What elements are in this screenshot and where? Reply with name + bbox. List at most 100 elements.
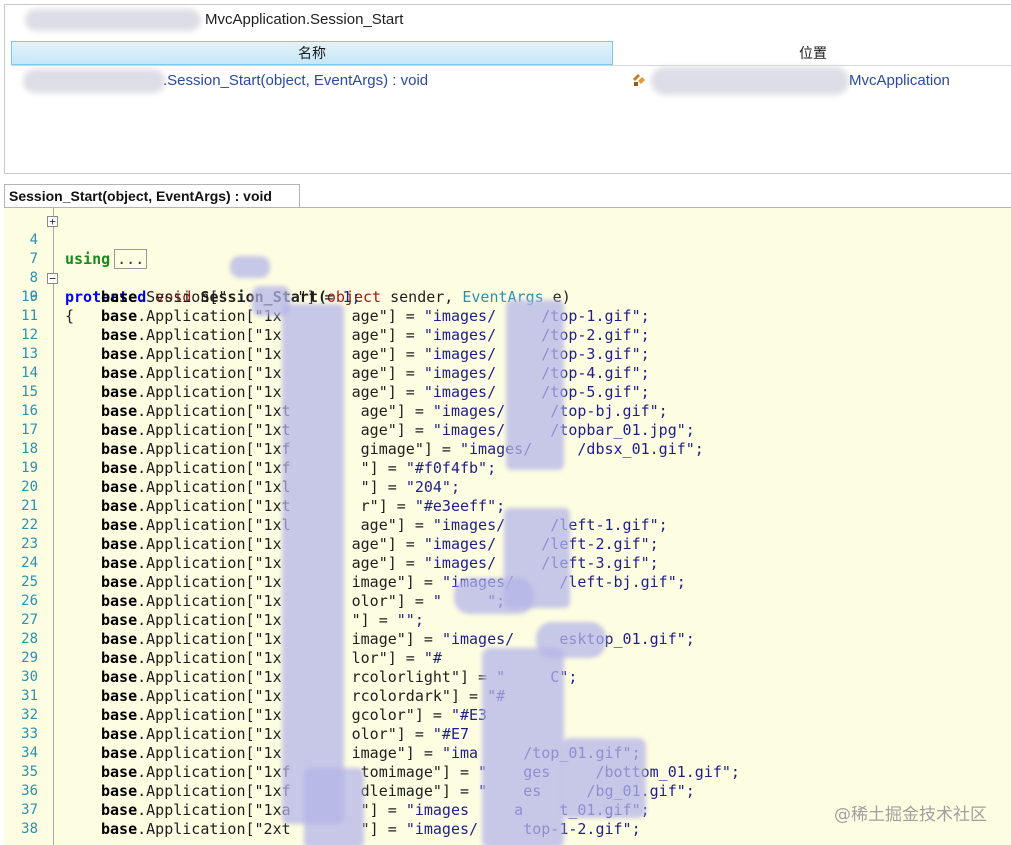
line-number: 18 [21,441,38,457]
base-keyword: base [101,364,138,382]
line-number: 37 [21,802,38,818]
application-call: .Application["1x [137,345,282,363]
base-keyword: base [101,668,138,686]
code-line: 7 [4,231,1011,267]
base-keyword: base [101,497,138,515]
application-call: .Application["1x [137,383,282,401]
redaction-blur [230,256,270,278]
application-call: .Application["1xf [137,459,291,477]
line-number: 21 [21,498,38,514]
class-member-icon [633,74,645,86]
line-number: 12 [21,327,38,343]
base-keyword: base [101,611,138,629]
base-keyword: base [101,649,138,667]
code-editor[interactable]: 4 using... + 7 8 protected void Session_… [4,207,1011,845]
line-number: 23 [21,536,38,552]
application-call: .Application["1xl [137,478,291,496]
assignment-tail: age"] = "images/ /top-2.gif"; [351,326,650,344]
line-number: 25 [21,574,38,590]
assignment-tail: image"] = "images/ esktop_01.gif"; [351,630,695,648]
line-number: 17 [21,422,38,438]
assignment-tail: "] = "204"; [360,478,460,496]
line-number: 34 [21,745,38,761]
base-keyword: base [101,725,138,743]
redaction-blur [482,648,564,845]
line-number: 31 [21,688,38,704]
redaction-blur [562,738,646,818]
line-number: 24 [21,555,38,571]
application-call: .Application["1xl [137,516,291,534]
assignment-tail: r"] = "#e3eeff"; [360,497,506,515]
search-results-panel: MvcApplication.Session_Start 名称 位置 .Sess… [4,4,1011,174]
redacted-name-prefix [23,69,165,93]
base-keyword: base [101,402,138,420]
line-number: 16 [21,403,38,419]
base-keyword: base [101,554,138,572]
base-keyword: base [101,801,138,819]
base-keyword: base [101,440,138,458]
application-call: .Application["1x [137,364,282,382]
application-call: .Application["1xf [137,763,291,781]
base-keyword: base [101,573,138,591]
application-call: .Application["1x [137,668,282,686]
line-number: 20 [21,479,38,495]
watermark: @稀土掘金技术社区 [834,805,987,825]
base-keyword: base [101,687,138,705]
application-call: .Application["1x [137,573,282,591]
line-number: 13 [21,346,38,362]
application-call: .Application["1xt [137,421,291,439]
line-number: 33 [21,726,38,742]
line-number: 30 [21,669,38,685]
result-name: .Session_Start(object, EventArgs) : void [163,72,429,89]
application-call: .Application["1x [137,611,282,629]
application-call: .Application["1x [137,554,282,572]
line-number: 36 [21,783,38,799]
application-call: .Application["1x [137,592,282,610]
line-number: 28 [21,631,38,647]
code-line: 28 base.Application["1x image"] = "images/… [4,630,1011,649]
results-column-header: 名称 位置 [11,41,1011,66]
line-number: 15 [21,384,38,400]
code-line: 4 using... [4,212,1011,269]
result-location: MvcApplication [849,72,950,89]
column-header-location[interactable]: 位置 [614,41,1011,65]
tab-session-start[interactable]: Session_Start(object, EventArgs) : void [4,184,300,208]
base-keyword: base [101,763,138,781]
assignment-tail: lor"] = "# [351,649,442,667]
code-line: 9 { [4,269,1011,325]
line-number: 32 [21,707,38,723]
application-call: .Application["1x [137,326,282,344]
redaction-blur [454,578,534,614]
assignment-tail: age"] = "images/ /top-5.gif"; [351,383,650,401]
base-keyword: base [101,516,138,534]
code-line: 8 protected void Session_Start(object se… [4,250,1011,306]
application-call: .Application["1x [137,706,282,724]
line-number: 19 [21,460,38,476]
expand-icon[interactable]: + [47,216,58,227]
base-keyword: base [101,288,138,306]
panel-title: MvcApplication.Session_Start [205,11,404,28]
redaction-blur [506,300,564,470]
base-keyword: base [101,383,138,401]
assignment-tail: age"] = "images/ /top-1.gif"; [351,307,650,325]
base-keyword: base [101,535,138,553]
assignment-tail: "] = ""; [351,611,424,629]
base-keyword: base [101,307,138,325]
application-call: .Application["1xa [137,801,291,819]
base-keyword: base [101,630,138,648]
line-number: 35 [21,764,38,780]
base-keyword: base [101,459,138,477]
base-keyword: base [101,782,138,800]
result-row[interactable]: .Session_Start(object, EventArgs) : void… [11,67,1011,95]
base-keyword: base [101,706,138,724]
collapse-icon[interactable]: − [47,273,58,284]
assignment-tail: "] = "#f0f4fb"; [360,459,497,477]
line-number: 27 [21,612,38,628]
base-keyword: base [101,478,138,496]
base-keyword: base [101,820,138,838]
application-call: .Application["1xf [137,440,291,458]
column-header-name[interactable]: 名称 [11,41,613,65]
line-number: 38 [21,821,38,837]
base-keyword: base [101,421,138,439]
base-keyword: base [101,592,138,610]
